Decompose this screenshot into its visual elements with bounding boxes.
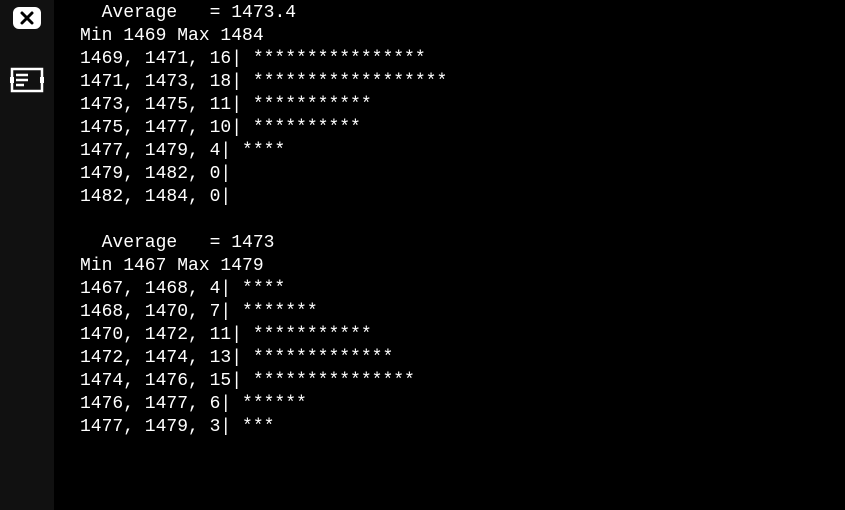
histogram-row: 1468, 1470, 7| ******* bbox=[80, 301, 845, 324]
histogram-row: 1470, 1472, 11| *********** bbox=[80, 324, 845, 347]
histogram-row: 1477, 1479, 3| *** bbox=[80, 416, 845, 439]
histogram-row: 1479, 1482, 0| bbox=[80, 163, 845, 186]
sidebar bbox=[0, 0, 54, 510]
histogram-row: 1473, 1475, 11| *********** bbox=[80, 94, 845, 117]
min-max-line: Min 1469 Max 1484 bbox=[80, 25, 845, 48]
histogram-row: 1469, 1471, 16| **************** bbox=[80, 48, 845, 71]
histogram-row: 1477, 1479, 4| **** bbox=[80, 140, 845, 163]
min-max-line: Min 1467 Max 1479 bbox=[80, 255, 845, 278]
layout-icon[interactable] bbox=[10, 66, 44, 94]
histogram-row: 1476, 1477, 6| ****** bbox=[80, 393, 845, 416]
histogram-row: 1474, 1476, 15| *************** bbox=[80, 370, 845, 393]
average-line: Average = 1473 bbox=[80, 232, 845, 255]
terminal-output: Average = 1473.4Min 1469 Max 14841469, 1… bbox=[54, 0, 845, 510]
average-value: 1473 bbox=[231, 233, 274, 253]
close-icon[interactable] bbox=[10, 4, 44, 32]
average-line: Average = 1473.4 bbox=[80, 2, 845, 25]
app-root: Average = 1473.4Min 1469 Max 14841469, 1… bbox=[0, 0, 845, 510]
histogram-row: 1471, 1473, 18| ****************** bbox=[80, 71, 845, 94]
blank-line bbox=[80, 209, 845, 232]
histogram-row: 1472, 1474, 13| ************* bbox=[80, 347, 845, 370]
average-label: Average = bbox=[80, 233, 231, 253]
histogram-row: 1467, 1468, 4| **** bbox=[80, 278, 845, 301]
histogram-row: 1482, 1484, 0| bbox=[80, 186, 845, 209]
average-value: 1473.4 bbox=[231, 3, 296, 23]
histogram-row: 1475, 1477, 10| ********** bbox=[80, 117, 845, 140]
average-label: Average = bbox=[80, 3, 231, 23]
